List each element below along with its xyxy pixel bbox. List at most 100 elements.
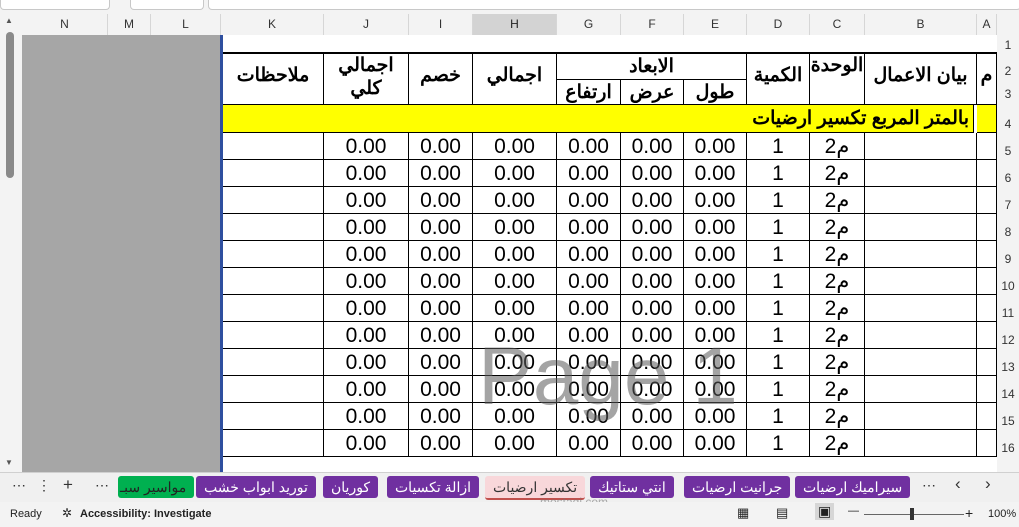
col-header-h[interactable]: H — [473, 14, 557, 35]
col-header-d[interactable]: D — [747, 14, 810, 35]
header-length[interactable]: طول — [684, 80, 747, 105]
tab-sheet[interactable]: جرانيت ارضيات — [684, 476, 791, 498]
row-header[interactable]: 6 — [997, 171, 1019, 185]
cell-h[interactable]: 0.00 — [473, 133, 557, 160]
cell-h[interactable]: 0.00 — [473, 295, 557, 322]
row-header[interactable]: 1 — [997, 38, 1019, 52]
cell-empty[interactable] — [865, 376, 977, 403]
row-header[interactable]: 15 — [997, 414, 1019, 428]
cell-j[interactable]: 0.00 — [324, 187, 409, 214]
header-item[interactable]: بيان الاعمال — [865, 54, 977, 105]
row-header[interactable]: 5 — [997, 144, 1019, 158]
cell-empty[interactable] — [223, 403, 324, 430]
cell-e[interactable]: 0.00 — [684, 241, 747, 268]
cell-empty[interactable] — [865, 214, 977, 241]
row-header[interactable]: 16 — [997, 441, 1019, 455]
cell-d[interactable]: 1 — [747, 349, 810, 376]
row-header[interactable]: 4 — [997, 117, 1019, 131]
cell-empty[interactable] — [865, 322, 977, 349]
cell-d[interactable]: 1 — [747, 430, 810, 457]
normal-view-icon[interactable]: ▦ — [737, 505, 749, 521]
cell-empty[interactable] — [865, 268, 977, 295]
tab-sheet[interactable]: ازالة تكسيات — [387, 476, 479, 498]
cell-a[interactable] — [977, 268, 997, 295]
cell-empty[interactable] — [865, 295, 977, 322]
cell-empty[interactable] — [223, 187, 324, 214]
more-tabs-right-icon[interactable]: ⋯ — [922, 477, 936, 494]
function-box[interactable] — [130, 0, 204, 10]
cell-a[interactable] — [977, 349, 997, 376]
cell-e[interactable]: 0.00 — [684, 430, 747, 457]
row-header[interactable]: 14 — [997, 387, 1019, 401]
zoom-in-icon[interactable]: + — [965, 505, 973, 521]
cell-f[interactable]: 0.00 — [621, 187, 684, 214]
cell-a[interactable] — [977, 376, 997, 403]
section-title-row[interactable]: بالمتر المربع تكسير ارضيات — [223, 105, 974, 133]
cell-a[interactable] — [977, 403, 997, 430]
header-grand-total[interactable]: اجمالي كلي — [324, 54, 409, 105]
cell-empty[interactable] — [223, 160, 324, 187]
scroll-up-icon[interactable]: ▲ — [5, 16, 13, 25]
cell-h[interactable]: 0.00 — [473, 214, 557, 241]
cell-i[interactable]: 0.00 — [409, 430, 473, 457]
header-num[interactable]: م — [977, 54, 997, 105]
cell-d[interactable]: 1 — [747, 376, 810, 403]
zoom-slider[interactable] — [864, 514, 964, 515]
tab-sheet[interactable]: كوريان — [323, 476, 379, 498]
cell-d[interactable]: 1 — [747, 214, 810, 241]
more-tabs-icon[interactable]: ⋯ — [95, 477, 109, 494]
header-height[interactable]: ارتفاع — [557, 80, 621, 105]
cell-i[interactable]: 0.00 — [409, 376, 473, 403]
cell-c[interactable]: م2 — [810, 187, 865, 214]
tab-sheet[interactable]: توريد ابواب خشب — [196, 476, 316, 498]
cell-g[interactable]: 0.00 — [557, 241, 621, 268]
cell-empty[interactable] — [865, 241, 977, 268]
cell-c[interactable]: م2 — [810, 268, 865, 295]
cell-h[interactable]: 0.00 — [473, 430, 557, 457]
cell-c[interactable]: م2 — [810, 241, 865, 268]
col-header-k[interactable]: K — [221, 14, 324, 35]
vertical-scrollbar[interactable]: ▲ ▼ — [0, 14, 22, 472]
cell-g[interactable]: 0.00 — [557, 295, 621, 322]
zoom-slider-thumb[interactable] — [910, 508, 914, 520]
col-header-b[interactable]: B — [865, 14, 977, 35]
cell-h[interactable]: 0.00 — [473, 268, 557, 295]
row-header[interactable]: 13 — [997, 360, 1019, 374]
accessibility-status[interactable]: Accessibility: Investigate — [80, 508, 211, 520]
cell-e[interactable]: 0.00 — [684, 160, 747, 187]
cell-e[interactable]: 0.00 — [684, 295, 747, 322]
cell-j[interactable]: 0.00 — [324, 322, 409, 349]
cell-j[interactable]: 0.00 — [324, 241, 409, 268]
cell-e[interactable]: 0.00 — [684, 187, 747, 214]
col-header-l[interactable]: L — [151, 14, 221, 35]
cell-empty[interactable] — [223, 214, 324, 241]
zoom-out-icon[interactable]: — — [848, 505, 859, 517]
cell-c[interactable]: م2 — [810, 160, 865, 187]
cell-j[interactable]: 0.00 — [324, 268, 409, 295]
cell-a[interactable] — [977, 133, 997, 160]
header-notes[interactable]: ملاحظات — [223, 54, 324, 105]
cell-empty[interactable] — [865, 349, 977, 376]
cell-a[interactable] — [977, 241, 997, 268]
col-header-j[interactable]: J — [324, 14, 409, 35]
cell-g[interactable]: 0.00 — [557, 160, 621, 187]
cell-empty[interactable] — [865, 187, 977, 214]
row-header[interactable]: 11 — [997, 306, 1019, 320]
accessibility-icon[interactable]: ✲ — [62, 506, 72, 520]
col-header-f[interactable]: F — [621, 14, 684, 35]
cell-i[interactable]: 0.00 — [409, 295, 473, 322]
cell-f[interactable]: 0.00 — [621, 241, 684, 268]
row-header[interactable]: 9 — [997, 252, 1019, 266]
scroll-thumb[interactable] — [6, 32, 14, 178]
header-width[interactable]: عرض — [621, 80, 684, 105]
cell-i[interactable]: 0.00 — [409, 268, 473, 295]
cell-h[interactable]: 0.00 — [473, 160, 557, 187]
cell-c[interactable]: م2 — [810, 349, 865, 376]
cell-j[interactable]: 0.00 — [324, 214, 409, 241]
cell-j[interactable]: 0.00 — [324, 133, 409, 160]
scroll-tabs-next-icon[interactable]: › — [985, 474, 991, 494]
cell-f[interactable]: 0.00 — [621, 268, 684, 295]
cell-d[interactable]: 1 — [747, 322, 810, 349]
cell-d[interactable]: 1 — [747, 295, 810, 322]
cell-empty[interactable] — [223, 376, 324, 403]
